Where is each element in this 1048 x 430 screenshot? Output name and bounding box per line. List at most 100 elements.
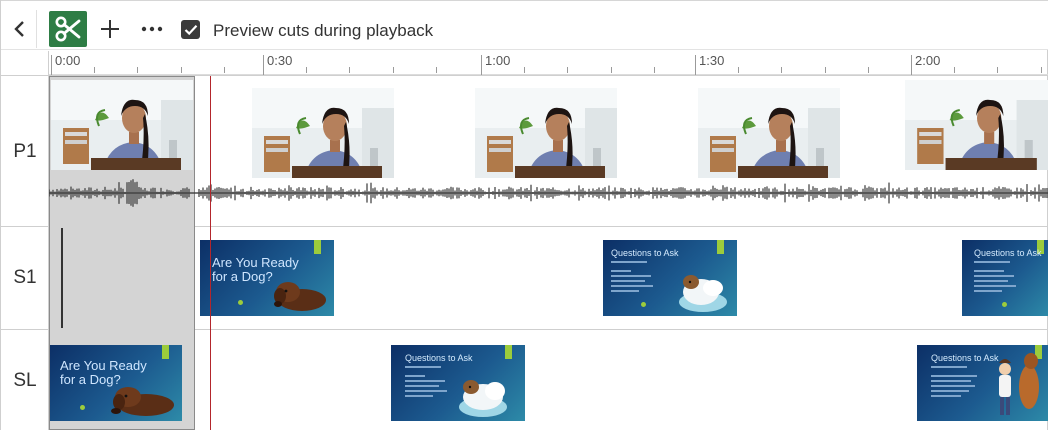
text-line — [405, 375, 425, 377]
timeline-editor: Preview cuts during playback 0:00 0:30 1:0… — [0, 0, 1048, 430]
preview-cuts-label[interactable]: Preview cuts during playback — [213, 21, 433, 41]
slide-title: Questions to Ask — [611, 248, 679, 258]
text-line — [974, 290, 1002, 292]
major-tick — [263, 55, 264, 75]
slide-dot — [641, 302, 646, 307]
playhead[interactable] — [210, 76, 211, 430]
text-line — [974, 280, 1008, 282]
scissors-icon — [55, 16, 81, 42]
minor-tick — [738, 67, 740, 73]
puppy-bath-image — [459, 380, 507, 417]
text-line — [611, 280, 645, 282]
more-options-button[interactable] — [139, 13, 165, 45]
text-line — [611, 285, 653, 287]
minor-tick — [137, 67, 139, 73]
track-label-s1: S1 — [13, 267, 37, 288]
ellipsis-icon — [141, 26, 163, 32]
text-line — [405, 395, 433, 397]
slide-dot — [238, 300, 243, 305]
minor-tick — [349, 67, 351, 73]
minor-tick — [867, 67, 869, 73]
minor-tick — [1040, 67, 1042, 73]
minor-tick — [567, 67, 569, 73]
text-line — [931, 380, 971, 382]
ruler-time-label: 1:30 — [699, 53, 725, 68]
video-clip-thumbnail[interactable] — [252, 88, 394, 178]
slide-accent — [717, 240, 724, 254]
time-ruler[interactable]: 0:00 0:30 1:00 1:30 2:00 — [49, 51, 1048, 75]
slide-title: Questions to Ask — [931, 353, 999, 363]
dog-image — [111, 387, 174, 416]
girl-and-dog-image — [999, 353, 1039, 415]
text-line — [405, 385, 439, 387]
cut-marker — [61, 228, 63, 328]
text-line — [611, 270, 631, 272]
back-button[interactable] — [3, 10, 37, 48]
slide-clip[interactable]: Questions to Ask — [962, 240, 1048, 316]
ruler-time-label: 0:30 — [267, 53, 293, 68]
slide-accent — [314, 240, 321, 254]
toolbar: Preview cuts during playback — [1, 0, 1048, 50]
minor-tick — [781, 67, 783, 73]
slide-accent — [505, 345, 512, 359]
text-line — [931, 375, 977, 377]
slide-clip[interactable]: Are You Ready for a Dog? — [50, 345, 182, 421]
slide-clip[interactable]: Questions to Ask — [917, 345, 1048, 421]
track-label-p1: P1 — [13, 141, 37, 162]
chevron-left-icon — [13, 21, 24, 37]
slide-dot — [80, 405, 85, 410]
minor-tick — [94, 67, 96, 73]
slide-dot — [1002, 302, 1007, 307]
video-clip-thumbnail[interactable] — [698, 88, 840, 178]
text-line — [405, 390, 447, 392]
text-line — [611, 275, 651, 277]
preview-cuts-checkbox[interactable] — [181, 20, 200, 39]
text-line — [974, 270, 1004, 272]
text-line — [974, 285, 1016, 287]
text-line — [974, 261, 1010, 263]
major-tick — [911, 55, 912, 75]
text-line — [931, 395, 961, 397]
ruler-time-label: 1:00 — [485, 53, 511, 68]
minor-tick — [610, 67, 612, 73]
slide-accent — [162, 345, 169, 359]
minor-tick — [824, 67, 826, 73]
audio-waveform[interactable] — [49, 176, 1048, 210]
dog-image — [274, 282, 326, 311]
major-tick — [481, 55, 482, 75]
slide-clip[interactable]: Questions to Ask — [603, 240, 737, 316]
text-line — [931, 385, 975, 387]
minor-tick — [954, 67, 956, 73]
slide-title: Questions to Ask — [974, 248, 1042, 258]
minor-tick — [392, 67, 394, 73]
major-tick — [695, 55, 696, 75]
ruler-time-label: 2:00 — [915, 53, 941, 68]
plus-icon — [101, 20, 119, 38]
video-clip-thumbnail[interactable] — [51, 80, 193, 170]
slide-clip[interactable]: Are You Ready for a Dog? — [200, 240, 334, 316]
major-tick — [51, 55, 52, 75]
minor-tick — [997, 67, 999, 73]
slide-clip[interactable]: Questions to Ask — [391, 345, 525, 421]
text-line — [974, 275, 1014, 277]
minor-tick — [653, 67, 655, 73]
slide-title: Questions to Ask — [405, 353, 473, 363]
track-label-sl: SL — [13, 370, 37, 391]
text-line — [405, 380, 445, 382]
minor-tick — [223, 67, 225, 73]
checkmark-icon — [184, 24, 197, 35]
minor-tick — [435, 67, 437, 73]
video-clip-thumbnail[interactable] — [905, 80, 1048, 170]
add-button[interactable] — [97, 13, 123, 45]
cut-button[interactable] — [49, 11, 87, 47]
text-line — [931, 366, 967, 368]
minor-tick — [524, 67, 526, 73]
minor-tick — [180, 67, 182, 73]
video-clip-thumbnail[interactable] — [475, 88, 617, 178]
puppy-bath-image — [679, 275, 727, 312]
minor-tick — [306, 67, 308, 73]
text-line — [931, 390, 969, 392]
ruler-time-label: 0:00 — [55, 53, 81, 68]
text-line — [611, 261, 647, 263]
text-line — [405, 366, 441, 368]
